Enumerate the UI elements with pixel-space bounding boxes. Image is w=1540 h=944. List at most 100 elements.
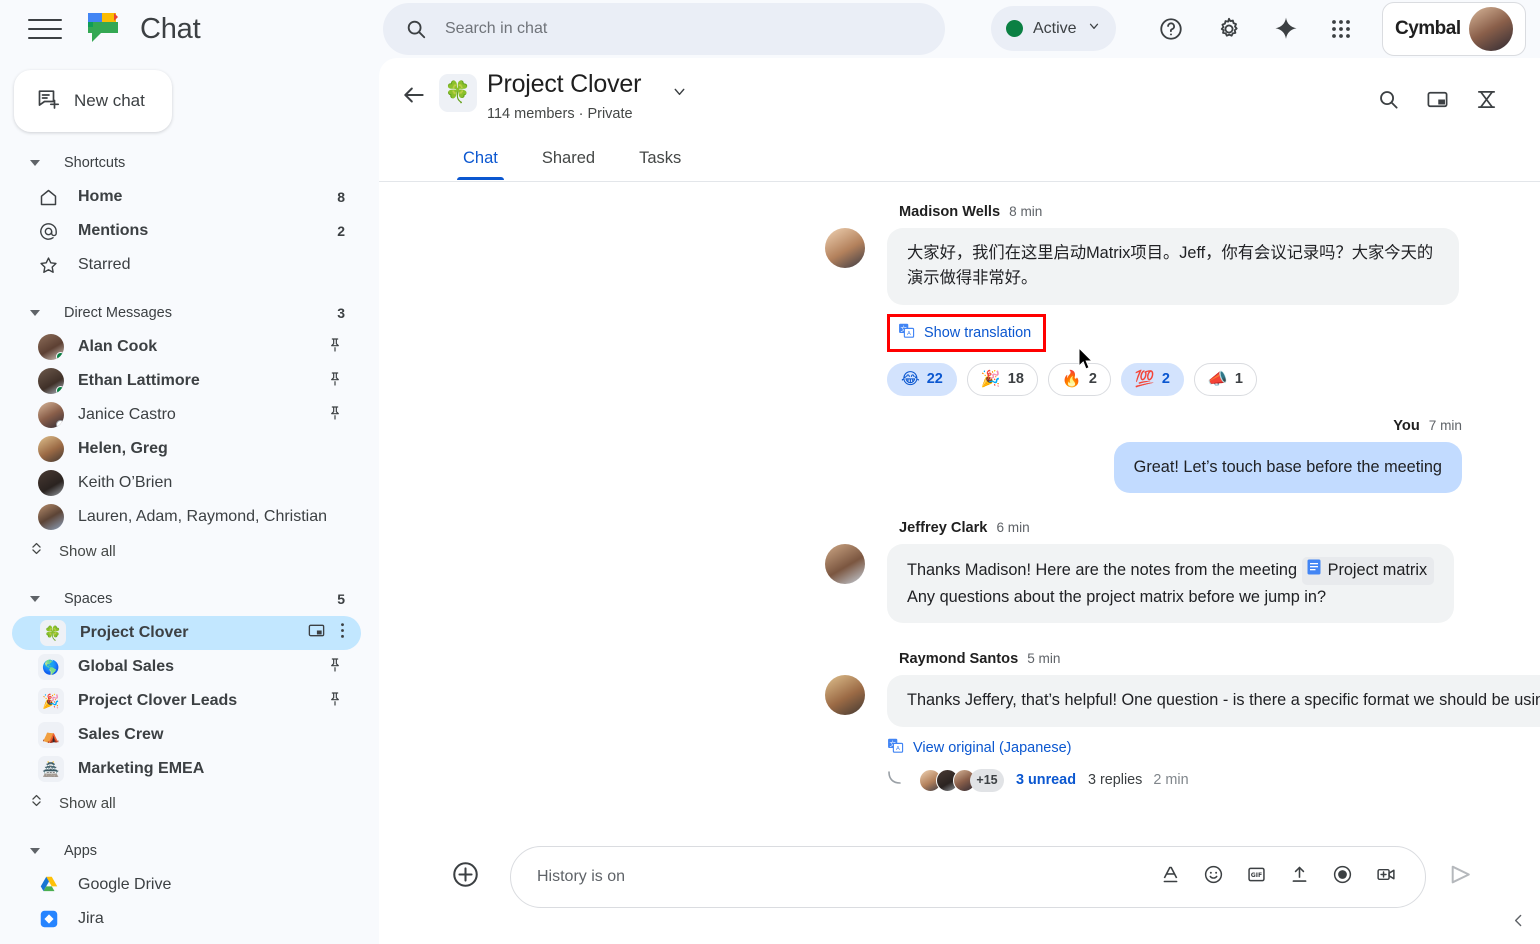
- reaction-chip[interactable]: 📣 1: [1193, 362, 1257, 396]
- avatar: [825, 675, 865, 716]
- tab-chat[interactable]: Chat: [441, 136, 520, 180]
- show-all-spaces[interactable]: Show all: [0, 786, 379, 820]
- search-in-space-icon[interactable]: [1377, 88, 1400, 116]
- message-input-placeholder: History is on: [537, 868, 626, 885]
- pin-icon[interactable]: [327, 337, 343, 358]
- sidebar-item-keith-obrien[interactable]: Keith O’Brien: [10, 466, 369, 500]
- sidebar-item-project-clover-leads[interactable]: 🎉 Project Clover Leads: [10, 684, 369, 718]
- message-author: Jeffrey Clark 6 min: [899, 520, 1030, 537]
- reaction-count: 18: [1007, 371, 1024, 388]
- upload-file-icon[interactable]: [1289, 864, 1310, 890]
- sidebar-item-jira[interactable]: Jira: [10, 902, 369, 936]
- show-all-label: Show all: [59, 542, 116, 560]
- sidebar-item-sales-crew[interactable]: ⛺ Sales Crew: [10, 718, 369, 752]
- new-chat-button[interactable]: New chat: [14, 70, 172, 132]
- record-icon[interactable]: [1332, 864, 1353, 890]
- sidebar-section-direct-messages[interactable]: Direct Messages 3: [0, 296, 379, 330]
- sidebar-item-label: Global Sales: [78, 658, 175, 675]
- sidebar-item-alan-cook[interactable]: Alan Cook: [10, 330, 369, 364]
- sidebar-section-spaces[interactable]: Spaces 5: [0, 582, 379, 616]
- google-drive-icon: [38, 874, 64, 896]
- reaction-emoji: 💯: [1134, 371, 1155, 389]
- more-options-icon[interactable]: [340, 621, 345, 645]
- reaction-chip[interactable]: 🎉 18: [966, 362, 1038, 396]
- message-author: Raymond Santos 5 min: [899, 651, 1061, 668]
- home-icon: [38, 187, 64, 208]
- search-bar[interactable]: [383, 3, 945, 55]
- show-translation-label: Show translation: [924, 324, 1032, 341]
- chevron-down-icon[interactable]: [671, 83, 688, 105]
- sidebar-item-helen-greg[interactable]: Helen, Greg: [10, 432, 369, 466]
- thread-summary[interactable]: +15 3 unread 3 replies 2 min: [887, 768, 1540, 792]
- gif-icon[interactable]: GIF: [1246, 864, 1267, 890]
- gemini-sparkle-icon[interactable]: [1268, 11, 1304, 47]
- pin-icon[interactable]: [327, 405, 343, 426]
- collapse-panel-button[interactable]: [1496, 898, 1540, 942]
- account-switcher[interactable]: Cymbal: [1382, 2, 1526, 56]
- space-emoji-icon: 🌎: [38, 654, 64, 680]
- sidebar-item-marketing-emea[interactable]: 🏯 Marketing EMEA: [10, 752, 369, 786]
- status-dot-icon: [1006, 20, 1023, 37]
- message-input-box[interactable]: History is on GIF: [510, 846, 1426, 908]
- thread-unread-count[interactable]: 3 unread: [1016, 772, 1076, 788]
- jira-icon: [38, 908, 64, 930]
- sidebar-section-shortcuts[interactable]: Shortcuts: [0, 146, 379, 180]
- sidebar-item-home[interactable]: Home 8: [10, 180, 369, 214]
- view-original-button[interactable]: View original (Japanese): [913, 740, 1072, 756]
- open-in-panel-icon[interactable]: [307, 621, 326, 645]
- avatar: [38, 470, 64, 496]
- show-all-direct-messages[interactable]: Show all: [0, 534, 379, 568]
- google-doc-chip[interactable]: Project matrix: [1301, 557, 1435, 585]
- reaction-chip[interactable]: 🔥 2: [1047, 362, 1111, 396]
- pin-icon[interactable]: [327, 691, 343, 712]
- sidebar-item-label: Ethan Lattimore: [78, 372, 200, 389]
- google-apps-grid-icon[interactable]: [1323, 11, 1359, 47]
- pin-icon[interactable]: [327, 371, 343, 392]
- sidebar-item-mentions[interactable]: Mentions 2: [10, 214, 369, 248]
- page-title: Project Clover: [487, 70, 642, 98]
- text-format-icon[interactable]: [1160, 864, 1181, 890]
- reaction-emoji: 🎉: [980, 371, 1001, 389]
- thread-reply-count: 3 replies: [1087, 772, 1143, 789]
- reaction-chip[interactable]: 💯 2: [1120, 362, 1184, 396]
- reaction-emoji: 😂: [901, 371, 920, 389]
- message-madison-wells: Madison Wells 8 min 大家好，我们在这里启动Matrix项目。J…: [379, 183, 1540, 396]
- video-huddle-icon[interactable]: [1475, 88, 1498, 116]
- pin-icon[interactable]: [327, 657, 343, 678]
- search-input[interactable]: [445, 20, 885, 38]
- section-count: 5: [337, 591, 345, 607]
- reaction-chip[interactable]: 😂 22: [887, 362, 957, 396]
- sidebar-item-janice-castro[interactable]: Janice Castro: [10, 398, 369, 432]
- message-list: Madison Wells 8 min 大家好，我们在这里启动Matrix项目。J…: [379, 183, 1540, 824]
- chevron-down-icon: [1087, 19, 1101, 38]
- show-translation-button[interactable]: 文 A Show translation: [887, 313, 1047, 352]
- sidebar-item-google-drive[interactable]: Google Drive: [10, 868, 369, 902]
- sidebar-item-global-sales[interactable]: 🌎 Global Sales: [10, 650, 369, 684]
- tab-tasks[interactable]: Tasks: [617, 136, 703, 180]
- avatar: [38, 436, 64, 462]
- reaction-count: 2: [1161, 371, 1170, 388]
- sidebar-item-label: Mentions: [78, 222, 149, 239]
- open-in-split-view-icon[interactable]: [1426, 88, 1449, 116]
- back-arrow-icon[interactable]: [401, 82, 427, 113]
- sidebar-section-apps[interactable]: Apps: [0, 834, 379, 868]
- user-avatar[interactable]: [1468, 7, 1513, 51]
- conversation-tabs: Chat Shared Tasks: [441, 136, 703, 180]
- settings-gear-icon[interactable]: [1211, 11, 1247, 47]
- emoji-icon[interactable]: [1203, 864, 1224, 890]
- sidebar-item-project-clover[interactable]: 🍀 Project Clover: [12, 616, 361, 650]
- sidebar-item-group-lauren[interactable]: Lauren, Adam, Raymond, Christian: [10, 500, 369, 534]
- sidebar-item-starred[interactable]: Starred: [10, 248, 369, 282]
- video-message-icon[interactable]: [1375, 864, 1397, 890]
- hamburger-menu-icon[interactable]: [28, 16, 62, 42]
- send-icon[interactable]: [1448, 862, 1473, 892]
- sidebar-item-ethan-lattimore[interactable]: Ethan Lattimore: [10, 364, 369, 398]
- new-chat-label: New chat: [74, 91, 145, 110]
- add-attachment-icon[interactable]: [451, 860, 480, 894]
- help-icon[interactable]: [1153, 11, 1189, 47]
- message-you: You 7 min Great! Let’s touch base before …: [379, 396, 1540, 494]
- sidebar-item-label: Janice Castro: [78, 406, 176, 423]
- status-pill[interactable]: Active: [991, 6, 1116, 51]
- tab-shared[interactable]: Shared: [520, 136, 617, 180]
- message-bubble: Thanks Madison! Here are the notes from …: [887, 544, 1455, 624]
